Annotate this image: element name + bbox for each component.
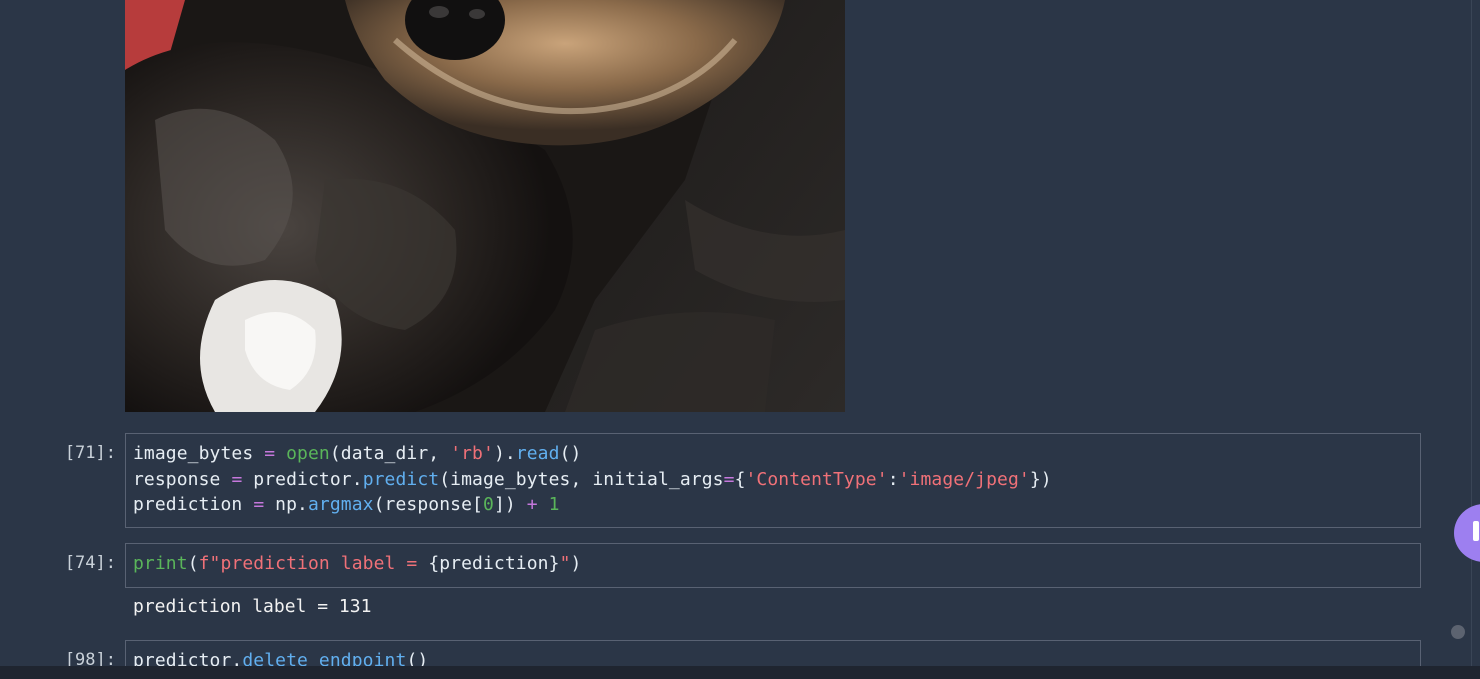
- dog-photo-icon: [125, 0, 845, 412]
- code-line: print(f"prediction label = {prediction}"…: [133, 551, 1420, 577]
- notebook-panel[interactable]: [71]: image_bytes = open(data_dir, 'rb')…: [0, 0, 1480, 679]
- code-token: response: [133, 468, 232, 490]
- code-token: f"prediction label =: [198, 553, 429, 574]
- code-token: print: [133, 553, 188, 574]
- code-cell-input[interactable]: print(f"prediction label = {prediction}"…: [125, 543, 1421, 588]
- code-token: 'ContentType': [745, 468, 888, 490]
- code-token: 'rb': [450, 443, 494, 464]
- cell-prompt: [71]:: [64, 443, 116, 463]
- code-token: read: [515, 443, 560, 464]
- code-line: image_bytes = open(data_dir, 'rb').read(…: [133, 441, 1420, 467]
- status-bar: [0, 666, 1480, 679]
- code-token: =: [264, 443, 276, 464]
- code-token: {prediction}: [428, 553, 560, 574]
- code-token: (): [559, 443, 582, 464]
- code-token: (image_bytes, initial_args: [439, 468, 724, 490]
- dog-photo-output: [125, 0, 845, 412]
- code-token: argmax: [308, 494, 374, 515]
- code-token: =: [723, 468, 735, 490]
- cell-prompt: [74]:: [64, 553, 116, 573]
- code-token: }): [1029, 468, 1052, 490]
- panel-divider: [1471, 0, 1472, 666]
- code-token: (data_dir,: [329, 443, 451, 464]
- cell-output-text: prediction label = 131: [133, 596, 372, 617]
- code-token: ": [559, 553, 571, 574]
- chat-assistant-icon[interactable]: [1454, 504, 1480, 562]
- code-token: =: [231, 468, 243, 490]
- code-token: 'image/jpeg': [898, 468, 1030, 490]
- code-line: prediction = np.argmax(response[0]) + 1: [133, 492, 1420, 518]
- code-token: 1: [548, 494, 560, 515]
- code-token: predictor.: [242, 468, 363, 490]
- code-token: ): [570, 553, 582, 574]
- code-token: open: [286, 443, 330, 464]
- code-token: np.: [264, 494, 308, 515]
- code-token: :: [887, 468, 899, 490]
- code-token: 0: [483, 494, 494, 515]
- code-line: response = predictor.predict(image_bytes…: [133, 467, 1420, 493]
- code-token: ]): [493, 494, 527, 515]
- code-token: (response[: [373, 494, 483, 515]
- code-token: {: [734, 468, 746, 490]
- code-token: predict: [362, 468, 440, 490]
- scroll-indicator[interactable]: [1451, 625, 1465, 639]
- code-token: +: [526, 494, 538, 515]
- code-token: image_bytes: [133, 443, 265, 464]
- code-token: ).: [493, 443, 516, 464]
- code-token: prediction: [133, 494, 254, 515]
- code-token: =: [253, 494, 265, 515]
- code-cell-input[interactable]: image_bytes = open(data_dir, 'rb').read(…: [125, 433, 1421, 528]
- code-token: (: [187, 553, 199, 574]
